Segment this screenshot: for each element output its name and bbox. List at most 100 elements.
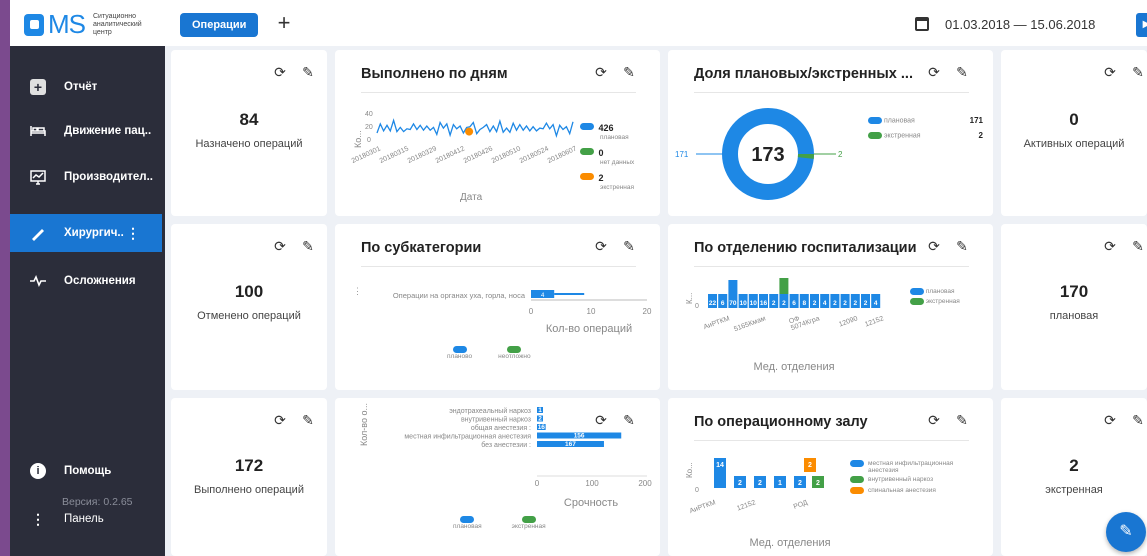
edit-icon[interactable]: ✎ [1131,64,1145,81]
edit-icon[interactable]: ✎ [301,238,315,255]
refresh-icon[interactable]: ⟳ [927,238,941,255]
app-logo[interactable]: MS Ситуационно аналитический центр [24,9,153,40]
kpi-value: 100 [234,282,264,301]
legend-swatch [850,460,864,467]
refresh-icon[interactable]: ⟳ [273,412,287,429]
chart-title: По отделению госпитализации [694,240,917,256]
bar-label: 2 [864,300,868,307]
date-range-picker[interactable]: 01.03.2018 — 15.06.2018 [915,10,1095,38]
kpi-label: Выполнено операций [194,484,304,496]
legend-item[interactable]: 0 нет данных [580,143,658,166]
y-tick: 40 [365,111,373,118]
sidebar-item-patient-movement[interactable]: Движение пац.. [10,112,165,150]
legend-item[interactable]: плановая [910,288,960,295]
x-tick: 5165Кмам [733,315,767,333]
chart-legend: местная инфильтрационная анестезия внутр… [850,460,980,494]
refresh-icon[interactable]: ⟳ [273,238,287,255]
refresh-icon[interactable]: ⟳ [594,238,608,255]
sidebar-item-complications[interactable]: Осложнения [10,262,165,300]
date-next-button[interactable]: ▶ [1136,13,1147,37]
calendar-icon[interactable] [915,17,929,31]
bar [779,278,789,294]
sidebar-item-help[interactable]: i Помощь [10,452,165,490]
chart-card-subcategory: По субкатегории ⟳ ✎ ⋮ Операции на органах… [335,224,660,390]
legend-label: нет данных [600,159,635,166]
x-tick: 200 [638,479,652,488]
sidebar-item-label: Движение пац.. [64,125,152,137]
axis-handle-icon: ⋮ [353,286,362,296]
kpi-label: Активных операций [1023,138,1125,150]
chart-legend: планово неотложно [447,346,531,360]
kpi-value: 84 [239,110,259,129]
legend-item[interactable]: плановая [453,516,482,530]
refresh-icon[interactable]: ⟳ [927,64,941,81]
legend-item[interactable]: экстренная 2 [868,131,983,140]
legend-value: 2 [598,173,604,183]
sidebar-item-surgery[interactable]: Хирургич.. ⋮ [10,214,162,252]
x-tick: 20180607 [547,145,578,165]
legend-swatch [452,346,467,353]
y-tick: местная инфильтрационная анестезия [404,434,531,441]
edit-icon[interactable]: ✎ [301,412,315,429]
legend-item[interactable]: местная инфильтрационная анестезия [850,460,980,474]
tab-operations[interactable]: Операции [180,13,259,37]
edit-icon[interactable]: ✎ [622,238,636,255]
more-vert-icon[interactable]: ⋮ [126,225,140,242]
legend-item[interactable]: неотложно [498,346,531,361]
kpi-label: плановая [1049,310,1099,322]
legend-item[interactable]: экстренная [512,516,546,530]
plus-box-icon: + [28,77,48,97]
legend-label: экстренная [600,184,635,191]
sidebar-item-performance[interactable]: Производител.. [10,158,165,196]
edit-icon[interactable]: ✎ [301,64,315,81]
kpi-card-done: ⟳ ✎ 172 Выполнено операций [171,398,327,556]
edit-icon[interactable]: ✎ [955,64,969,81]
y-tick: без анестезии : [481,441,531,449]
donut-chart: 173 171 2 [675,108,843,200]
refresh-icon[interactable]: ⟳ [594,64,608,81]
refresh-icon[interactable]: ⟳ [927,412,941,429]
bar-label: 2 [758,480,762,487]
edit-icon[interactable]: ✎ [955,238,969,255]
legend-label: спинальная анестезия [868,487,936,494]
legend-value: 2 [978,131,983,140]
bed-icon [28,121,48,141]
legend-item[interactable]: экстренная [910,298,960,305]
bar-label: 1 [778,480,782,487]
sidebar-item-report[interactable]: + Отчёт [10,68,165,106]
x-tick: 100 [585,479,599,488]
divider [694,92,969,93]
refresh-icon[interactable]: ⟳ [1103,412,1117,429]
legend-swatch [850,476,864,483]
sidebar: + Отчёт Движение пац.. Производител.. Хи… [10,46,165,556]
bar-label: 2 [538,416,542,423]
edit-icon[interactable]: ✎ [955,412,969,429]
y-tick: общая анестезия : [471,424,531,432]
kpi-label: Отменено операций [197,310,301,322]
bar-label: 2 [833,300,837,307]
refresh-icon[interactable]: ⟳ [1103,64,1117,81]
chart-legend: плановая 171 экстренная 2 [868,116,983,140]
x-tick: 20180426 [463,145,494,165]
legend-label: неотложно [498,353,531,361]
legend-item[interactable]: 426 плановая [580,118,658,141]
refresh-icon[interactable]: ⟳ [273,64,287,81]
y-tick: внутривенный наркоз [461,416,531,424]
legend-item[interactable]: внутривенный наркоз [850,476,980,483]
edit-icon[interactable]: ✎ [1131,412,1145,429]
legend-label: экстренная [925,298,960,306]
edit-icon[interactable]: ✎ [1131,238,1145,255]
edit-fab-button[interactable]: ✎ [1106,512,1146,552]
legend-item[interactable]: 2 экстренная [580,168,658,191]
legend-item[interactable]: плановая 171 [868,116,983,125]
add-tab-button[interactable]: + [272,11,296,37]
legend-item[interactable]: спинальная анестезия [850,487,980,494]
x-tick: АиРТКМ [689,499,717,515]
legend-item[interactable]: планово [447,346,472,360]
refresh-icon[interactable]: ⟳ [1103,238,1117,255]
chart-title: По операционному залу [694,414,868,430]
y-axis-label: Кол-во о... [359,403,369,446]
edit-icon[interactable]: ✎ [622,64,636,81]
bar-label: 2 [853,300,857,307]
legend-swatch [580,173,594,181]
